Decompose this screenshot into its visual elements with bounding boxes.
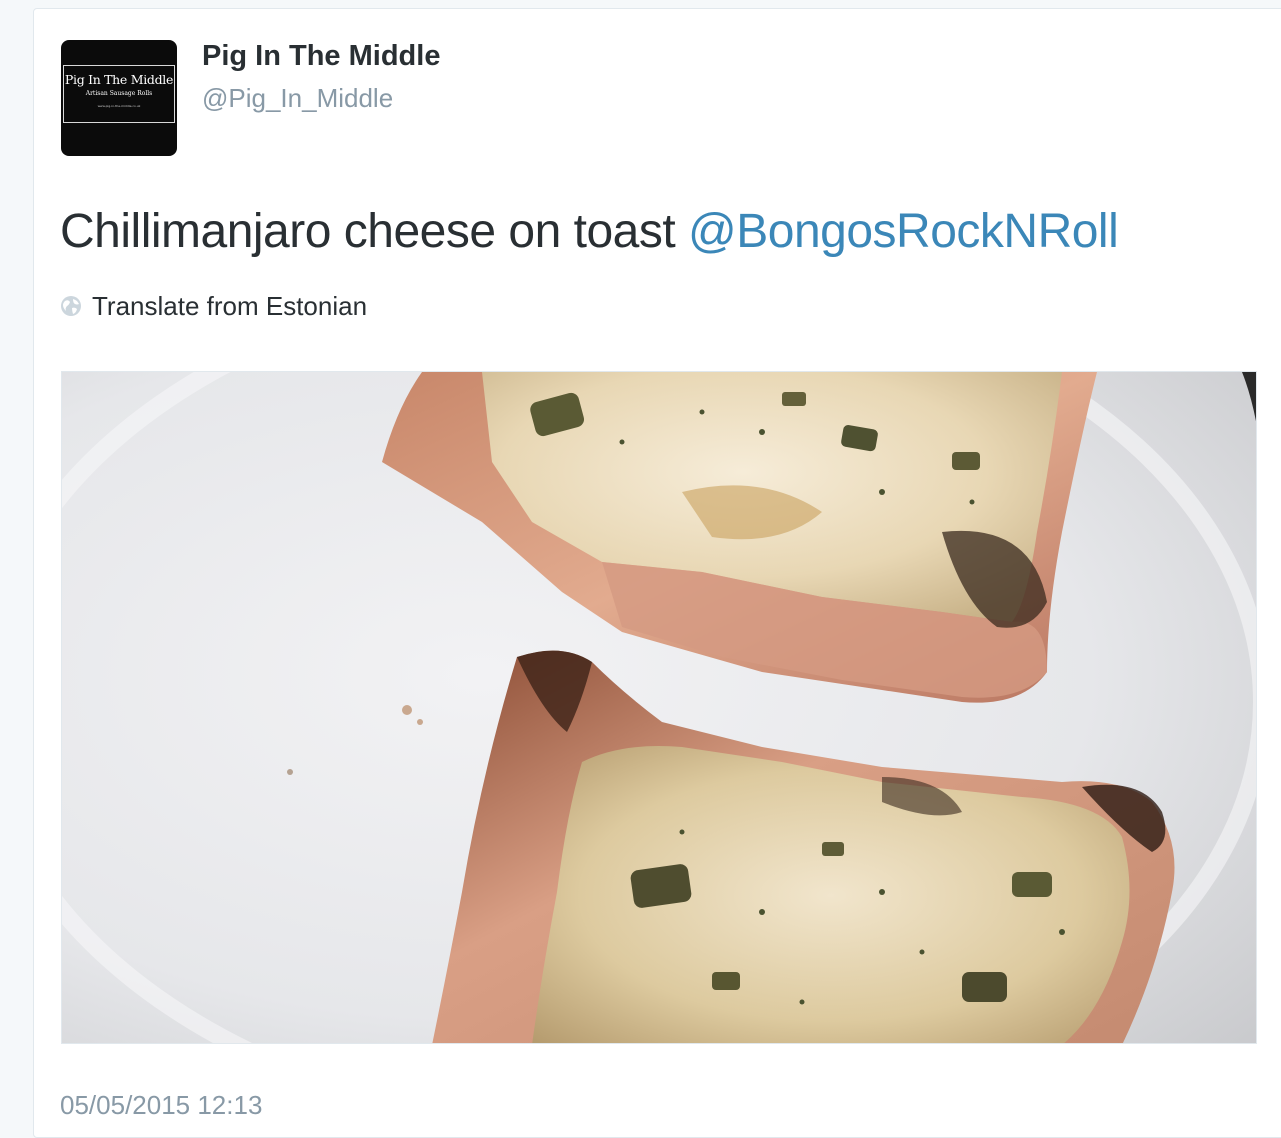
tweet-text-body: Chillimanjaro cheese on toast [60, 205, 676, 258]
tweet-photo[interactable] [61, 371, 1257, 1044]
author-display-name[interactable]: Pig In The Middle [202, 40, 440, 73]
avatar-logo-url: www.pig-in-the-middle.co.uk [97, 104, 141, 108]
author-screen-name[interactable]: @Pig_In_Middle [202, 83, 393, 114]
globe-icon [61, 296, 81, 316]
translate-link[interactable]: Translate from Estonian [60, 290, 367, 322]
avatar[interactable]: Pig In The Middle Artisan Sausage Rolls … [61, 40, 177, 156]
tweet-timestamp[interactable]: 05/05/2015 12:13 [60, 1090, 262, 1121]
tweet-text: Chillimanjaro cheese on toast @BongosRoc… [60, 204, 1119, 259]
avatar-logo: Pig In The Middle Artisan Sausage Rolls … [63, 65, 175, 123]
avatar-logo-title: Pig In The Middle [64, 72, 174, 87]
cheese-on-toast-photo [62, 372, 1256, 1043]
avatar-logo-subtitle: Artisan Sausage Rolls [85, 90, 153, 97]
mention-link[interactable]: @BongosRockNRoll [688, 205, 1119, 258]
translate-label: Translate from Estonian [92, 290, 368, 321]
